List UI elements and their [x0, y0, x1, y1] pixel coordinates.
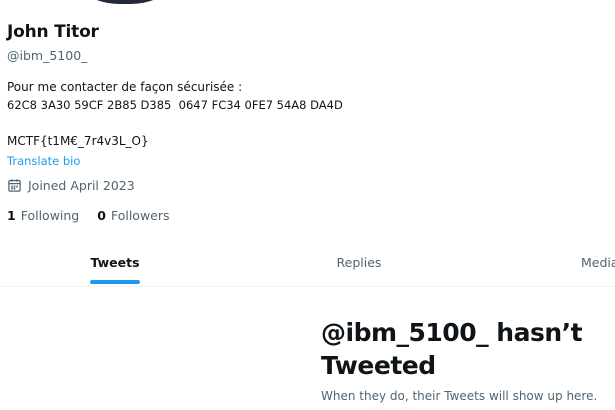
tab-media[interactable]: Media [568, 240, 615, 287]
avatar[interactable] [55, 0, 195, 4]
followers-label: Followers [110, 208, 170, 223]
joined-date: Joined April 2023 [7, 178, 135, 193]
profile-page: John Titor @ibm_5100_ Pour me contacter … [0, 0, 615, 410]
calendar-icon [7, 178, 22, 193]
bio-line-flag: MCTF{t1M€_7r4v3L_O} [7, 134, 149, 148]
tab-media-label: Media [581, 255, 615, 270]
following-link[interactable]: 1 Following [7, 208, 79, 223]
follow-stats: 1 Following 0 Followers [7, 208, 170, 223]
empty-state-subtitle: When they do, their Tweets will show up … [321, 389, 598, 403]
translate-bio-link[interactable]: Translate bio [7, 154, 80, 168]
joined-date-text: Joined April 2023 [28, 178, 135, 193]
tab-replies-label: Replies [336, 255, 382, 270]
active-tab-indicator [90, 280, 140, 284]
empty-state-title: @ibm_5100_ hasn’t Tweeted [321, 318, 583, 380]
following-count: 1 [7, 208, 16, 223]
followers-count: 0 [97, 208, 106, 223]
tab-tweets-label: Tweets [90, 255, 140, 270]
bio-line-contact: Pour me contacter de façon sécurisée : [7, 80, 243, 94]
followers-link[interactable]: 0 Followers [97, 208, 169, 223]
profile-handle: @ibm_5100_ [7, 48, 88, 63]
tab-replies[interactable]: Replies [318, 240, 400, 287]
bio-line-fingerprint: 62C8 3A30 59CF 2B85 D385 0647 FC34 0FE7 … [7, 98, 343, 112]
following-label: Following [20, 208, 80, 223]
tab-tweets[interactable]: Tweets [80, 240, 150, 287]
profile-tabs: Tweets Replies Media [0, 240, 615, 287]
profile-display-name: John Titor [7, 22, 99, 42]
